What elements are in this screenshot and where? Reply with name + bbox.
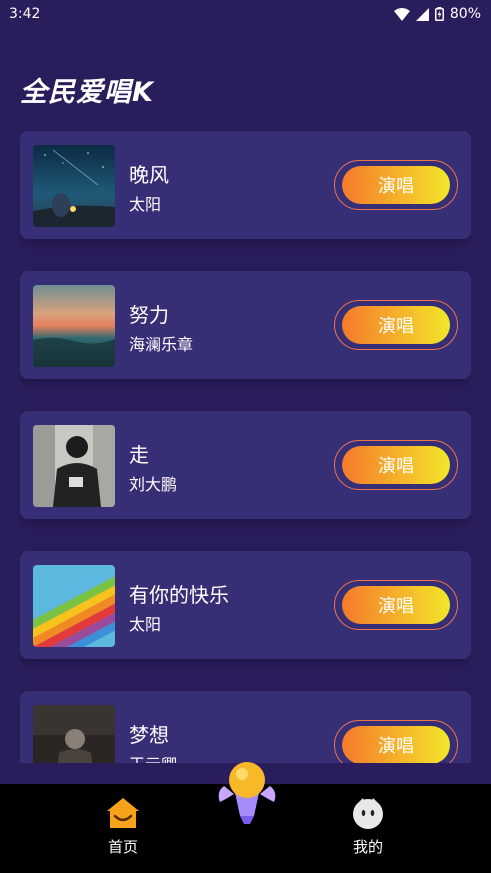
person-photo-cover bbox=[33, 425, 115, 507]
night-sky-cover bbox=[33, 145, 115, 227]
song-artist: 刘大鹏 bbox=[129, 475, 178, 494]
rainbow-stripes-cover bbox=[33, 565, 115, 647]
nav-mine-label: 我的 bbox=[352, 838, 383, 856]
sea-sunset-cover bbox=[33, 285, 115, 367]
wifi-icon bbox=[393, 7, 410, 21]
sing-button[interactable]: 演唱 bbox=[334, 300, 458, 350]
song-artist: 王元卿 bbox=[129, 751, 177, 763]
status-time: 3:42 bbox=[9, 6, 41, 22]
song-cover bbox=[33, 145, 115, 227]
profile-face-icon bbox=[353, 798, 383, 829]
sing-button-label: 演唱 bbox=[342, 726, 450, 763]
song-title: 走 bbox=[129, 443, 149, 467]
song-artist: 海澜乐章 bbox=[129, 335, 194, 354]
signal-icon bbox=[415, 7, 429, 21]
song-artist: 太阳 bbox=[129, 615, 162, 634]
nav-home[interactable]: 首页 bbox=[83, 796, 163, 857]
song-title: 梦想 bbox=[129, 723, 169, 747]
song-title: 晚风 bbox=[129, 163, 169, 187]
song-cover bbox=[33, 425, 115, 507]
song-card[interactable]: 努力 海澜乐章 演唱 bbox=[20, 271, 471, 379]
song-card[interactable]: 梦想 王元卿 演唱 bbox=[20, 691, 471, 763]
song-card[interactable]: 有你的快乐 太阳 演唱 bbox=[20, 551, 471, 659]
battery-percent: 80% bbox=[449, 6, 481, 22]
microphone-rocket-icon bbox=[218, 762, 276, 824]
song-card[interactable]: 晚风 太阳 演唱 bbox=[20, 131, 471, 239]
home-icon bbox=[107, 798, 139, 828]
song-card[interactable]: 走 刘大鹏 演唱 bbox=[20, 411, 471, 519]
sing-button-label: 演唱 bbox=[342, 446, 450, 484]
dark-photo-cover bbox=[33, 705, 115, 763]
sing-button[interactable]: 演唱 bbox=[334, 580, 458, 630]
app-title: 全民爱唱K bbox=[20, 77, 154, 108]
sing-button[interactable]: 演唱 bbox=[334, 440, 458, 490]
sing-button-label: 演唱 bbox=[342, 166, 450, 204]
song-cover bbox=[33, 565, 115, 647]
song-cover bbox=[33, 285, 115, 367]
sing-button[interactable]: 演唱 bbox=[334, 720, 458, 763]
song-artist: 太阳 bbox=[129, 195, 162, 214]
song-list[interactable]: 晚风 太阳 演唱 努力 海澜乐章 演唱 走 刘大鹏 演唱 有你的快乐 太阳 演唱… bbox=[20, 131, 471, 763]
song-cover bbox=[33, 705, 115, 763]
song-title: 有你的快乐 bbox=[129, 583, 229, 607]
center-sing-button[interactable] bbox=[214, 758, 280, 828]
sing-button-label: 演唱 bbox=[342, 586, 450, 624]
status-icons: 80% bbox=[393, 6, 481, 22]
battery-icon bbox=[434, 7, 444, 21]
status-bar: 3:42 80% bbox=[0, 0, 491, 28]
nav-mine[interactable]: 我的 bbox=[328, 796, 408, 857]
sing-button[interactable]: 演唱 bbox=[334, 160, 458, 210]
nav-home-label: 首页 bbox=[107, 838, 138, 856]
sing-button-label: 演唱 bbox=[342, 306, 450, 344]
song-title: 努力 bbox=[129, 303, 169, 327]
